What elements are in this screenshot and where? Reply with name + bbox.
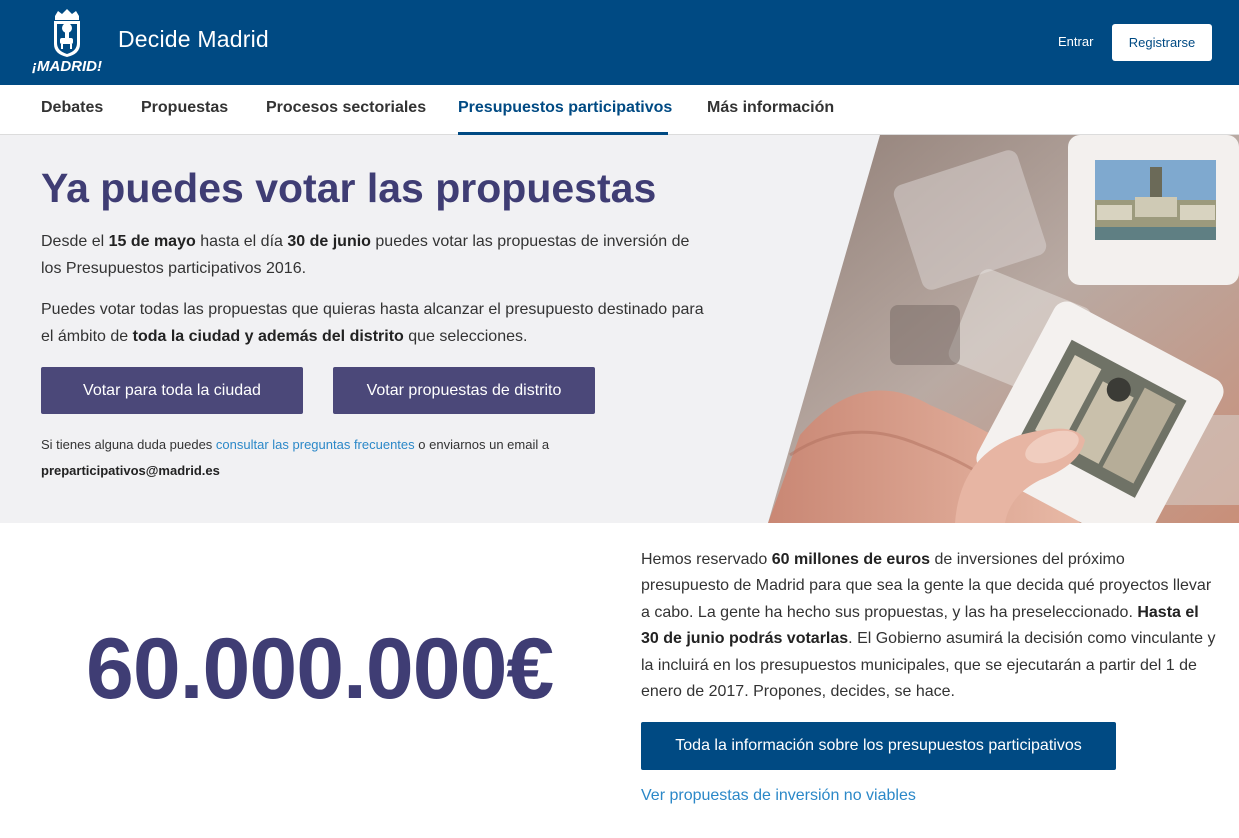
logo-text: ¡MADRID! (32, 58, 102, 74)
start-date: 15 de mayo (108, 233, 196, 250)
madrid-logo[interactable]: ¡MADRID! (32, 8, 104, 75)
site-title[interactable]: Decide Madrid (118, 26, 269, 53)
voting-scope-text: Puedes votar todas las propuestas que qu… (41, 297, 711, 350)
budget-highlight: 60 millones de euros (771, 551, 930, 568)
page-title: Ya puedes votar las propuestas (41, 165, 657, 211)
nav-item-mas-informacion[interactable]: Más información (707, 99, 834, 117)
text-fragment: Hemos reservado (641, 551, 772, 568)
budget-amount: 60.000.000€ (86, 621, 554, 717)
contact-email[interactable]: preparticipativos@madrid.es (41, 463, 220, 478)
nonviable-proposals-link[interactable]: Ver propuestas de inversión no viables (641, 787, 916, 805)
text-fragment: o enviarnos un email a (414, 437, 550, 452)
help-text: Si tienes alguna duda puedes consultar l… (41, 432, 641, 484)
hero-banner: Ya puedes votar las propuestas Desde el … (0, 135, 1239, 523)
text-fragment: Si tienes alguna duda puedes (41, 437, 216, 452)
scope-highlight: toda la ciudad y además del distrito (132, 327, 404, 345)
register-button[interactable]: Registrarse (1112, 24, 1212, 61)
budget-info-button[interactable]: Toda la información sobre los presupuest… (641, 722, 1116, 770)
vote-district-button[interactable]: Votar propuestas de distrito (333, 367, 595, 414)
faq-link[interactable]: consultar las preguntas frecuentes (216, 437, 415, 452)
nav-item-presupuestos-participativos[interactable]: Presupuestos participativos (458, 99, 672, 117)
budget-description: Hemos reservado 60 millones de euros de … (641, 547, 1216, 705)
text-fragment: hasta el día (195, 233, 288, 250)
nav-item-procesos-sectoriales[interactable]: Procesos sectoriales (266, 99, 426, 117)
nav-item-debates[interactable]: Debates (41, 99, 103, 117)
text-fragment: que selecciones. (403, 327, 528, 345)
login-link[interactable]: Entrar (1058, 34, 1093, 49)
nav-item-propuestas[interactable]: Propuestas (141, 99, 228, 117)
vote-city-button[interactable]: Votar para toda la ciudad (41, 367, 303, 414)
main-navigation: Debates Propuestas Procesos sectoriales … (0, 85, 1239, 135)
text-fragment: Desde el (41, 233, 109, 250)
site-header: ¡MADRID! Decide Madrid Entrar Registrars… (0, 0, 1239, 85)
voting-dates-text: Desde el 15 de mayo hasta el día 30 de j… (41, 229, 711, 282)
end-date: 30 de junio (287, 233, 371, 250)
